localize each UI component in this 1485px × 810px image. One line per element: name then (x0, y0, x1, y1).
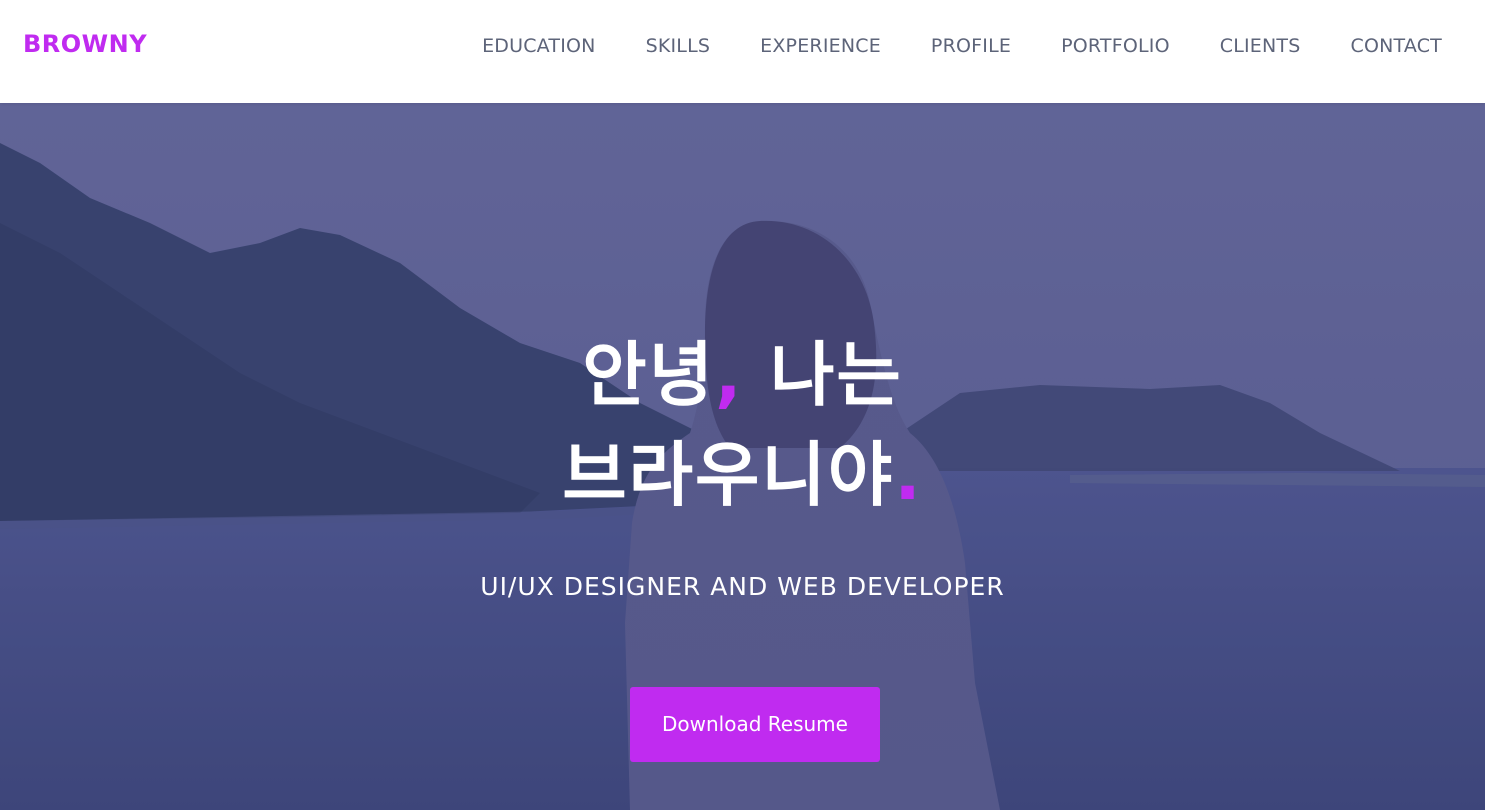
nav-link-portfolio[interactable]: PORTFOLIO (1061, 33, 1170, 59)
hero-name: 브라우니야 (562, 434, 895, 516)
hero-comma-accent: , (715, 334, 744, 416)
nav-link-profile[interactable]: PROFILE (931, 33, 1011, 59)
hero-dot-accent: . (894, 434, 923, 516)
brand-logo[interactable]: BROWNY (23, 29, 147, 59)
hero-content: 안녕, 나는 브라우니야. UI/UX DESIGNER AND WEB DEV… (0, 103, 1485, 810)
hero-i-am: 나는 (743, 334, 903, 416)
top-navbar: BROWNY EDUCATION SKILLS EXPERIENCE PROFI… (0, 0, 1485, 103)
nav-link-clients[interactable]: CLIENTS (1220, 33, 1301, 59)
nav-link-education[interactable]: EDUCATION (482, 33, 596, 59)
nav-link-experience[interactable]: EXPERIENCE (760, 33, 881, 59)
hero-heading-line-2: 브라우니야. (0, 433, 1485, 517)
hero-section: 안녕, 나는 브라우니야. UI/UX DESIGNER AND WEB DEV… (0, 103, 1485, 810)
nav-link-skills[interactable]: SKILLS (646, 33, 711, 59)
hero-heading-line-1: 안녕, 나는 (0, 333, 1485, 417)
main-nav: EDUCATION SKILLS EXPERIENCE PROFILE PORT… (482, 33, 1442, 59)
hero-greeting: 안녕 (582, 334, 716, 416)
nav-link-contact[interactable]: CONTACT (1350, 33, 1442, 59)
hero-subtitle: UI/UX DESIGNER AND WEB DEVELOPER (480, 572, 1005, 601)
download-resume-button[interactable]: Download Resume (630, 687, 880, 762)
